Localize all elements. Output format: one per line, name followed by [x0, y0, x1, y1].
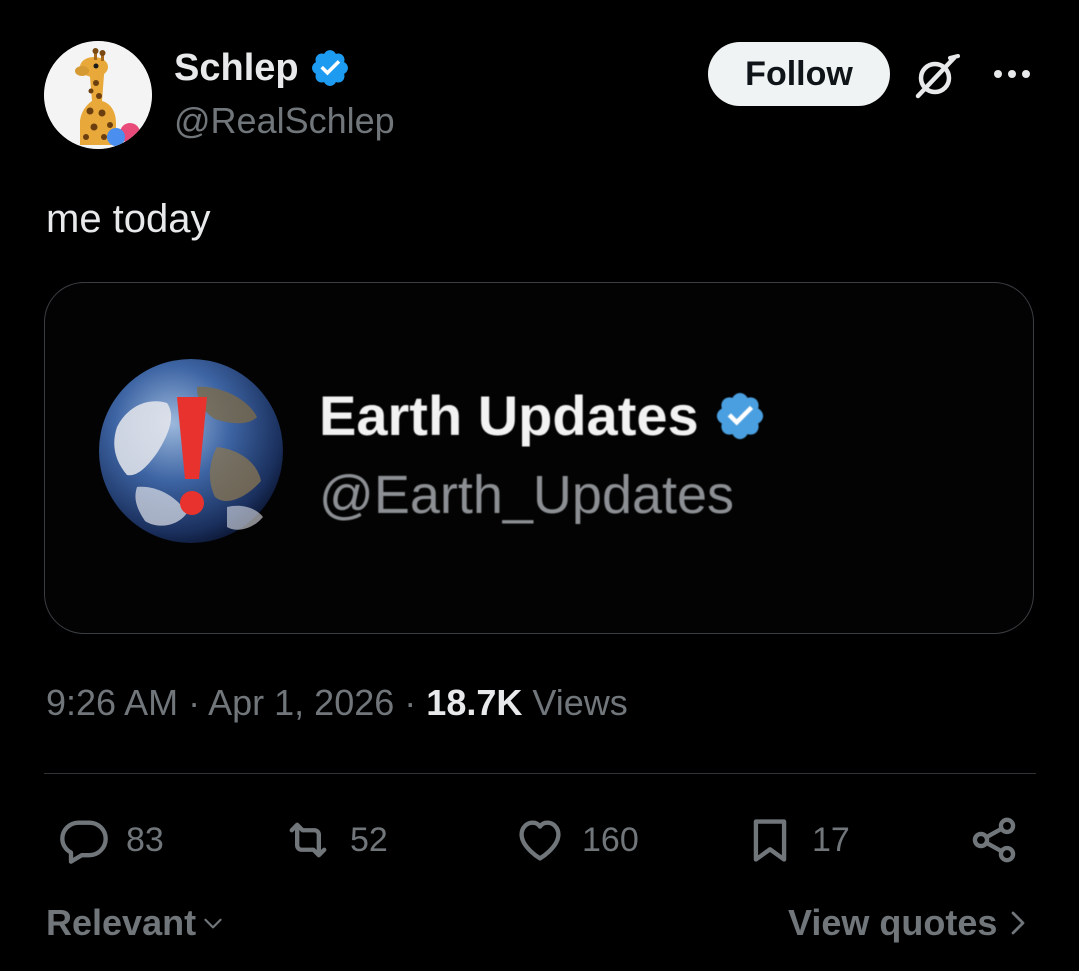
tweet-meta: 9:26 AM · Apr 1, 2026 · 18.7K Views: [46, 680, 628, 726]
verified-badge-icon: [716, 392, 763, 440]
chevron-down-icon: [204, 918, 222, 929]
meta-separator: ·: [188, 682, 201, 723]
like-count: 160: [582, 820, 639, 859]
repost-button[interactable]: 52: [282, 812, 388, 868]
share-button[interactable]: [968, 812, 1020, 868]
share-icon: [972, 817, 1016, 863]
earth-warning-image: [99, 359, 283, 543]
bookmark-icon: [753, 819, 787, 862]
heart-icon: [519, 820, 561, 861]
sort-label: Relevant: [46, 902, 197, 943]
grok-icon[interactable]: [910, 50, 964, 104]
bookmark-count: 17: [812, 820, 850, 859]
author-display-name[interactable]: Schlep: [174, 44, 299, 92]
tweet-time[interactable]: 9:26 AM: [46, 682, 178, 723]
chevron-right-icon: [1012, 911, 1025, 935]
reply-count: 83: [126, 820, 164, 859]
quoted-display-name-row: Earth Updates: [319, 383, 767, 449]
reply-icon: [60, 820, 108, 864]
tweet-text: me today: [46, 197, 211, 241]
verified-badge-icon: [311, 50, 348, 86]
meta-separator: ·: [404, 682, 417, 723]
repost-icon: [289, 822, 327, 858]
avatar[interactable]: [44, 41, 152, 149]
tweet-media-image[interactable]: Earth Updates @Earth_Updates: [44, 282, 1034, 634]
like-button[interactable]: 160: [514, 812, 639, 868]
views-count[interactable]: 18.7K: [426, 682, 522, 723]
repost-count: 52: [350, 820, 388, 859]
author-handle[interactable]: @RealSchlep: [174, 98, 395, 144]
bookmark-button[interactable]: 17: [744, 812, 850, 868]
more-icon[interactable]: [990, 62, 1034, 86]
author-name-row[interactable]: Schlep: [174, 44, 351, 92]
giraffe-avatar-image: [44, 41, 152, 149]
views-label[interactable]: Views: [532, 682, 627, 723]
view-quotes-link[interactable]: View quotes: [788, 900, 1029, 946]
reply-button[interactable]: 83: [58, 812, 164, 868]
follow-button[interactable]: Follow: [708, 42, 890, 106]
view-quotes-label: View quotes: [788, 902, 998, 943]
tweet-date[interactable]: Apr 1, 2026: [208, 682, 394, 723]
quoted-handle: @Earth_Updates: [319, 465, 735, 525]
divider: [44, 773, 1036, 774]
quoted-display-name: Earth Updates: [319, 384, 699, 447]
sort-dropdown[interactable]: Relevant: [46, 900, 226, 946]
